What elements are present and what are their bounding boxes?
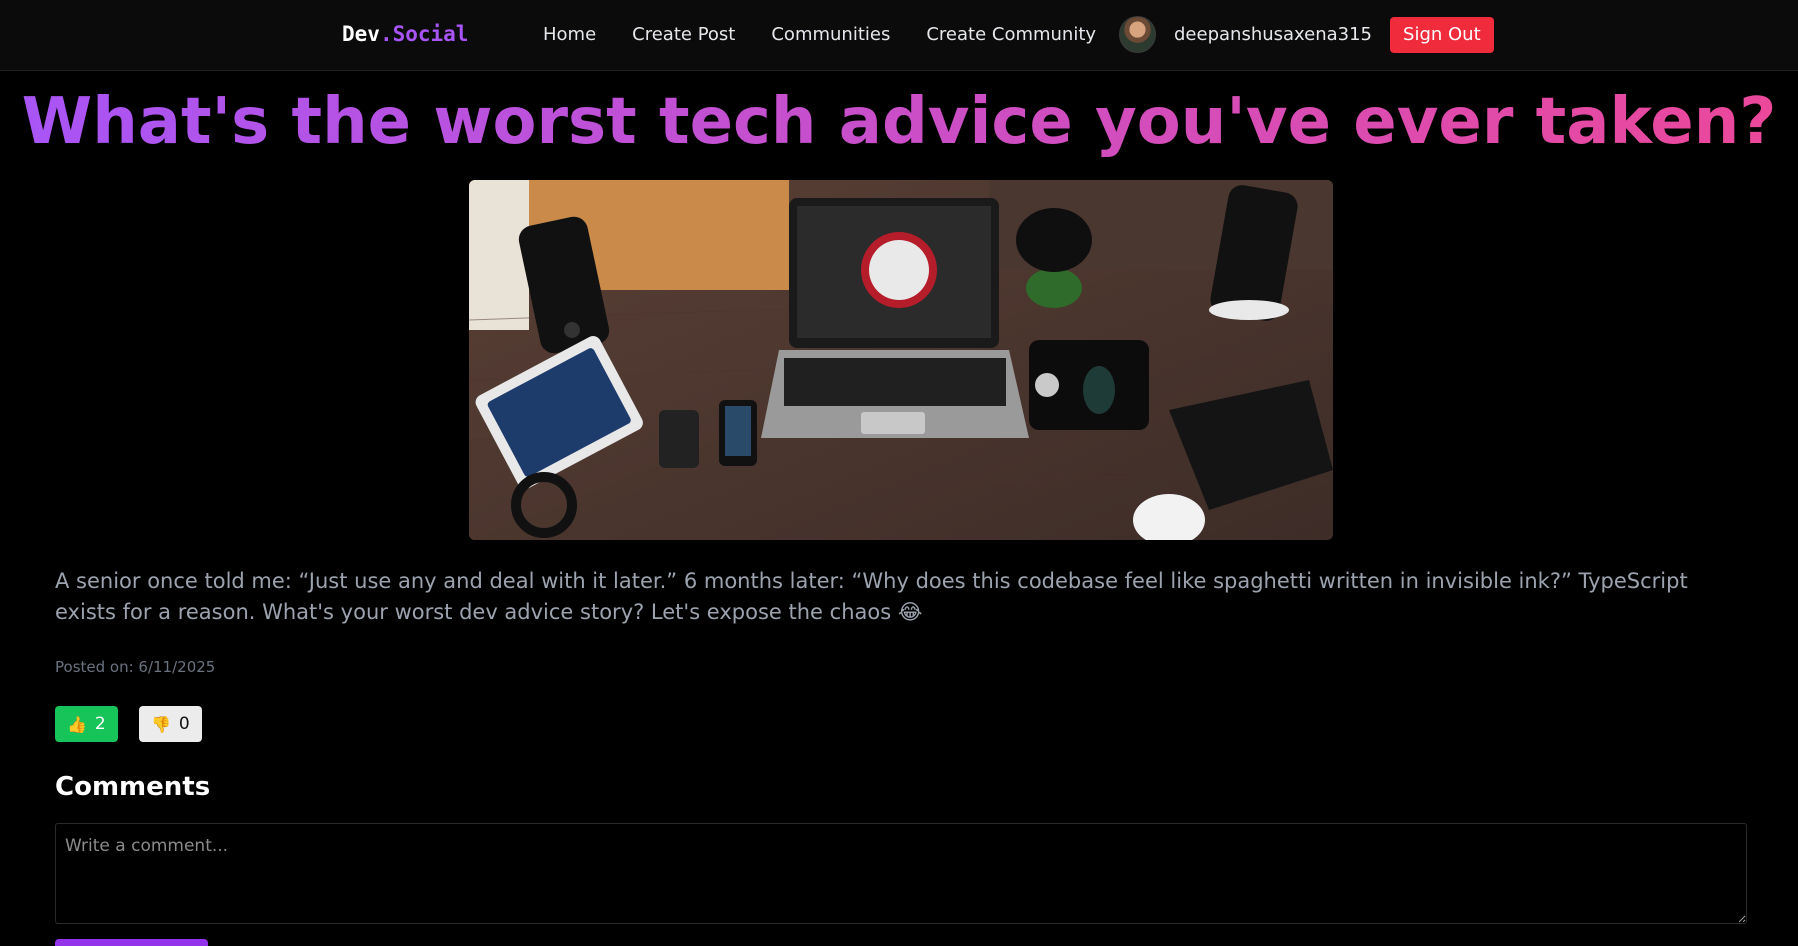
submit-comment-button[interactable]: [55, 939, 208, 946]
top-navbar: Dev.Social Home Create Post Communities …: [0, 0, 1798, 71]
like-button[interactable]: 👍 2: [55, 706, 118, 742]
desk-photo-illustration: [469, 180, 1333, 540]
comments-heading: Comments: [55, 772, 211, 802]
logo-text-social: .Social: [379, 22, 469, 46]
post-image: [469, 180, 1333, 540]
nav-communities-link[interactable]: Communities: [771, 24, 890, 45]
posted-on-date: Posted on: 6/11/2025: [55, 658, 216, 676]
logo-text-dev: Dev: [342, 22, 380, 46]
site-logo[interactable]: Dev.Social: [342, 22, 468, 46]
user-avatar[interactable]: [1119, 16, 1156, 53]
dislike-count: 0: [178, 714, 190, 734]
user-area: deepanshusaxena315 Sign Out: [1119, 16, 1494, 53]
thumbs-up-icon: 👍: [67, 714, 87, 734]
username: deepanshusaxena315: [1174, 24, 1373, 45]
comment-input[interactable]: [55, 823, 1747, 924]
post-title: What's the worst tech advice you've ever…: [0, 84, 1798, 161]
nav-create-community-link[interactable]: Create Community: [926, 24, 1096, 45]
like-count: 2: [94, 714, 106, 734]
nav-create-post-link[interactable]: Create Post: [632, 24, 735, 45]
post-body: A senior once told me: “Just use any and…: [55, 569, 1688, 624]
sign-out-button[interactable]: Sign Out: [1390, 16, 1494, 53]
main-nav: Home Create Post Communities Create Comm…: [543, 24, 1096, 45]
thumbs-down-icon: 👎: [151, 714, 171, 734]
nav-home-link[interactable]: Home: [543, 24, 596, 45]
dislike-button[interactable]: 👎 0: [139, 706, 202, 742]
